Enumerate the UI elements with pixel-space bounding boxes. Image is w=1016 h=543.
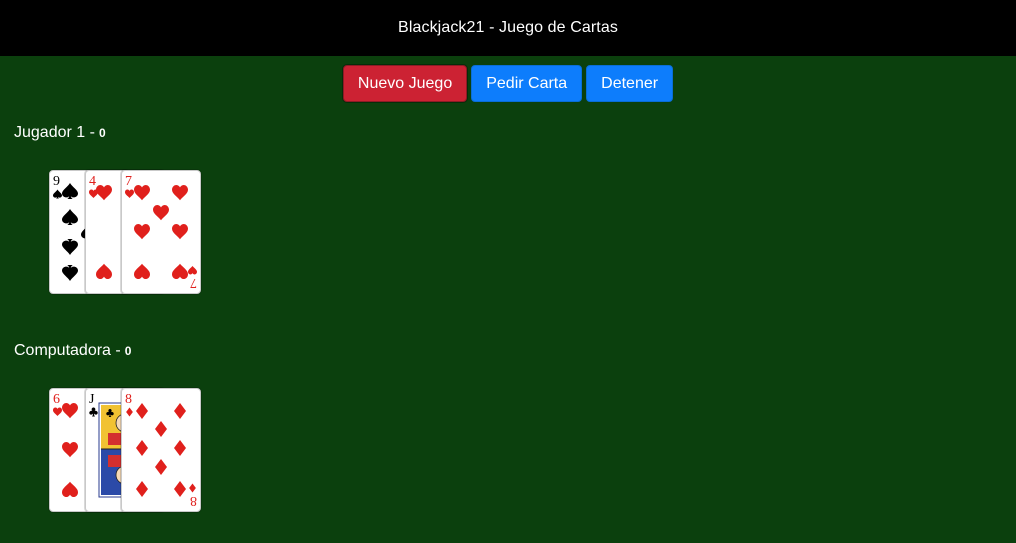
app-title: Blackjack21 - Juego de Cartas: [398, 19, 618, 36]
computer-score: 0: [124, 344, 132, 358]
computer-name: Computadora -: [14, 342, 121, 359]
spade-pip-icon: [62, 209, 78, 225]
heart-pip-icon: [134, 263, 150, 279]
heart-pip-icon: [62, 442, 78, 458]
heart-pip-icon: [134, 224, 150, 240]
player-name: Jugador 1 -: [14, 124, 95, 141]
diamond-pip-icon: [136, 481, 148, 497]
heart-pip-icon: [96, 185, 112, 201]
card-rank-corner: 8: [125, 392, 132, 407]
heart-pip-icon: [172, 263, 188, 279]
card-rank-corner-bottom: 8: [190, 493, 197, 508]
heart-pip-icon: [134, 185, 150, 201]
player-hand: 994477: [49, 170, 209, 294]
card-rank-corner: 4: [89, 174, 96, 189]
heart-pip-icon: [172, 224, 188, 240]
spade-pip-icon: [53, 189, 62, 199]
card-rank-corner-bottom: 7: [190, 275, 197, 290]
playing-card-8-diamonds: 88: [121, 388, 201, 512]
card-rank-corner: 9: [53, 174, 60, 189]
diamond-pip-icon: [136, 403, 148, 419]
card-rank-corner: 6: [53, 392, 60, 407]
heart-pip-icon: [188, 265, 197, 275]
diamond-pip-icon: [136, 440, 148, 456]
heart-pip-icon: [153, 205, 169, 221]
heart-pip-icon: [125, 189, 134, 199]
diamond-pip-icon: [189, 483, 196, 493]
spade-pip-icon: [62, 239, 78, 255]
player-score: 0: [98, 126, 106, 140]
diamond-pip-icon: [174, 440, 186, 456]
heart-pip-icon: [62, 403, 78, 419]
game-controls: Nuevo Juego Pedir Carta Detener: [0, 65, 1016, 102]
heart-pip-icon: [172, 185, 188, 201]
computer-hand: 66JJ88: [49, 388, 209, 512]
heart-pip-icon: [62, 481, 78, 497]
playing-card-7-hearts: 77: [121, 170, 201, 294]
card-rank-corner: J: [89, 392, 95, 407]
spade-pip-icon: [62, 265, 78, 281]
diamond-pip-icon: [174, 481, 186, 497]
diamond-pip-icon: [155, 459, 167, 475]
new-game-button[interactable]: Nuevo Juego: [342, 65, 468, 102]
heart-pip-icon: [96, 263, 112, 279]
diamond-pip-icon: [155, 421, 167, 437]
diamond-pip-icon: [126, 407, 133, 417]
player-title: Jugador 1 - 0: [14, 124, 106, 142]
club-pip-icon: [89, 407, 98, 417]
spade-pip-icon: [62, 183, 78, 199]
heart-pip-icon: [53, 407, 62, 417]
computer-title: Computadora - 0: [14, 342, 131, 360]
diamond-pip-icon: [174, 403, 186, 419]
hit-button[interactable]: Pedir Carta: [471, 65, 583, 102]
app-header: Blackjack21 - Juego de Cartas: [0, 0, 1016, 56]
stand-button[interactable]: Detener: [586, 65, 674, 102]
card-rank-corner: 7: [125, 174, 132, 189]
